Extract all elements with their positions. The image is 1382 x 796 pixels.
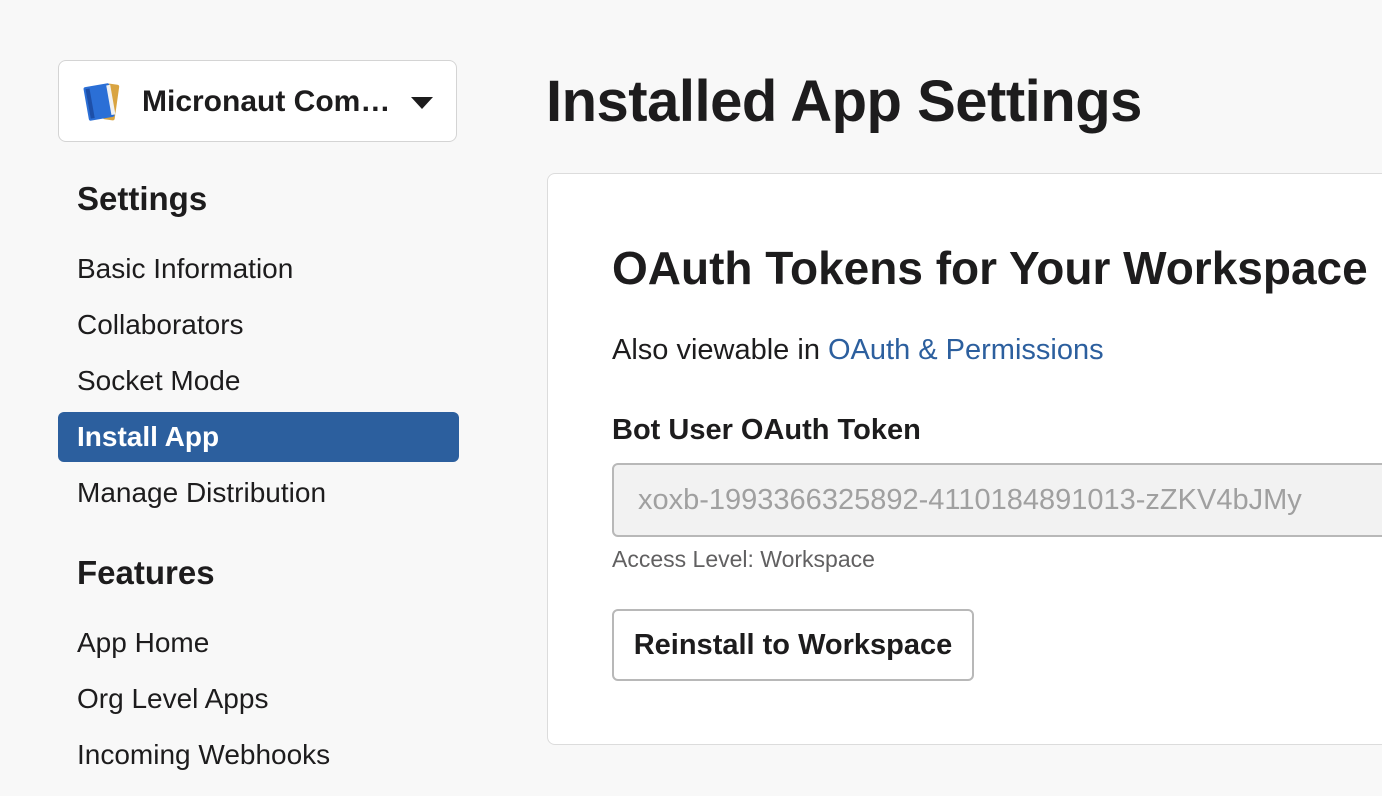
- sidebar-item-incoming-webhooks[interactable]: Incoming Webhooks: [58, 730, 459, 780]
- bot-token-label: Bot User OAuth Token: [612, 414, 921, 446]
- page: Micronaut Com… Settings Basic Informatio…: [0, 0, 1382, 796]
- sidebar-item-collaborators[interactable]: Collaborators: [58, 300, 459, 350]
- section-title-features: Features: [77, 554, 215, 591]
- oauth-tokens-card: OAuth Tokens for Your Workspace Also vie…: [547, 173, 1382, 745]
- section-title-settings: Settings: [77, 180, 208, 217]
- notebook-icon: [79, 81, 125, 123]
- access-level-text: Access Level: Workspace: [612, 546, 875, 572]
- sidebar-item-basic-information[interactable]: Basic Information: [58, 244, 459, 294]
- also-viewable-text: Also viewable in OAuth & Permissions: [612, 331, 1104, 369]
- card-title: OAuth Tokens for Your Workspace: [612, 242, 1368, 294]
- bot-token-field[interactable]: [612, 463, 1382, 537]
- app-picker-dropdown[interactable]: Micronaut Com…: [58, 60, 457, 142]
- sidebar-item-socket-mode[interactable]: Socket Mode: [58, 356, 459, 406]
- oauth-permissions-link[interactable]: OAuth & Permissions: [828, 334, 1104, 366]
- reinstall-to-workspace-button[interactable]: Reinstall to Workspace: [612, 609, 974, 681]
- chevron-down-icon: [411, 97, 433, 109]
- app-name: Micronaut Com…: [142, 85, 391, 118]
- sidebar-item-manage-distribution[interactable]: Manage Distribution: [58, 468, 459, 518]
- also-viewable-prefix: Also viewable in: [612, 334, 828, 366]
- sidebar-item-org-level-apps[interactable]: Org Level Apps: [58, 674, 459, 724]
- sidebar-item-install-app[interactable]: Install App: [58, 412, 459, 462]
- sidebar-item-app-home[interactable]: App Home: [58, 618, 459, 668]
- page-title: Installed App Settings: [546, 69, 1142, 134]
